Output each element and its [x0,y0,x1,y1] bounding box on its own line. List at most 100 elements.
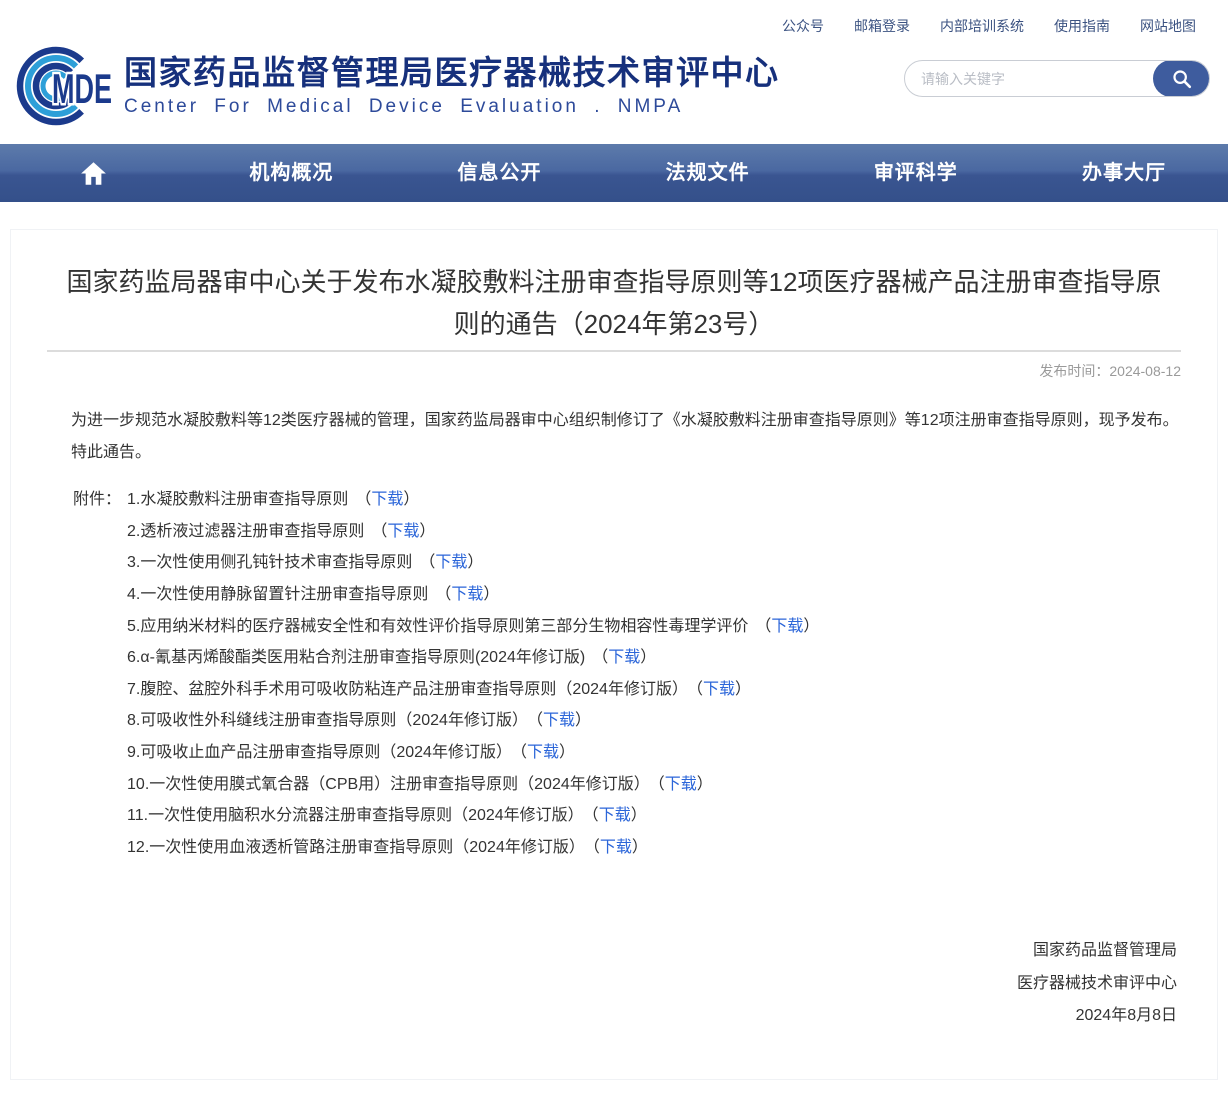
publish-label: 发布时间： [1039,363,1109,379]
attachment-title: 9.可吸收止血产品注册审查指导原则（2024年修订版） [127,744,512,761]
download-link[interactable]: 下载 [600,839,632,856]
site-logo[interactable]: MDE 国家药品监督管理局医疗器械技术审评中心 Center For Medic… [16,42,780,130]
download-paren-close: ） [559,744,575,761]
signature-line: 国家药品监督管理局 [39,935,1177,968]
download-link[interactable]: 下载 [608,649,640,666]
search-box [904,60,1210,97]
download-link[interactable]: 下载 [543,712,575,729]
nav-item[interactable]: 审评科学 [812,144,1020,202]
topbar-link[interactable]: 邮箱登录 [854,16,910,36]
attachment-title: 8.可吸收性外科缝线注册审查指导原则（2024年修订版） [127,712,528,729]
download-paren-close: ） [735,681,751,698]
download-paren-open: （ [535,712,543,729]
signature-line: 2024年8月8日 [39,1000,1177,1033]
article-paragraph: 特此通告。 [39,437,1189,469]
publish-date: 发布时间：2024-08-12 [39,361,1189,381]
download-paren-open: （ [695,681,703,698]
download-paren-close: ） [631,807,647,824]
download-paren-close: ） [483,586,499,603]
download-paren-close: ） [697,776,713,793]
search-icon [1171,68,1193,90]
attachment-title: 11.一次性使用脑积水分流器注册审查指导原则（2024年修订版） [127,807,584,824]
download-paren-close: ） [419,523,435,540]
download-paren-open: （ [419,554,435,571]
attachment-item: 6.α-氰基丙烯酸酯类医用粘合剂注册审查指导原则(2024年修订版) （下载） [127,642,819,674]
nav-item[interactable]: 信息公开 [395,144,603,202]
topbar-link[interactable]: 网站地图 [1140,16,1196,36]
attachment-list: 1.水凝胶敷料注册审查指导原则（下载） 2.透析液过滤器注册审查指导原则（下载）… [127,484,819,863]
topbar-link[interactable]: 公众号 [782,16,824,36]
topbar-link[interactable]: 内部培训系统 [940,16,1024,36]
article-panel: 国家药监局器审中心关于发布水凝胶敷料注册审查指导原则等12项医疗器械产品注册审查… [10,229,1218,1080]
signature-line: 医疗器械技术审评中心 [39,968,1177,1001]
logo-text: 国家药品监督管理局医疗器械技术审评中心 Center For Medical D… [124,54,780,119]
nav-home[interactable] [0,160,187,187]
title-divider [47,350,1181,352]
attachment-title: 2.透析液过滤器注册审查指导原则 [127,523,364,540]
article-paragraph: 为进一步规范水凝胶敷料等12类医疗器械的管理，国家药监局器审中心组织制修订了《水… [39,405,1189,437]
attachment-title: 6.α-氰基丙烯酸酯类医用粘合剂注册审查指导原则(2024年修订版) [127,649,585,666]
download-link[interactable]: 下载 [703,681,735,698]
nav-item[interactable]: 机构概况 [187,144,395,202]
download-paren-open: （ [371,523,387,540]
article-body: 为进一步规范水凝胶敷料等12类医疗器械的管理，国家药监局器审中心组织制修订了《水… [39,405,1189,469]
download-link[interactable]: 下载 [771,618,803,635]
attachments-label: 附件： [73,484,121,863]
attachment-item: 5.应用纳米材料的医疗器械安全性和有效性评价指导原则第三部分生物相容性毒理学评价… [127,611,819,643]
attachment-item: 3.一次性使用侧孔钝针技术审查指导原则 （下载） [127,547,819,579]
logo-mark-text: MDE [52,65,112,112]
download-link[interactable]: 下载 [527,744,559,761]
download-paren-open: （ [592,839,600,856]
attachments-section: 附件： 1.水凝胶敷料注册审查指导原则（下载） 2.透析液过滤器注册审查指导原则… [73,484,1189,863]
download-paren-open: （ [591,807,599,824]
attachment-item: 8.可吸收性外科缝线注册审查指导原则（2024年修订版） （下载） [127,705,819,737]
attachment-item: 11.一次性使用脑积水分流器注册审查指导原则（2024年修订版） （下载） [127,800,819,832]
search-area [904,60,1210,97]
article-title: 国家药监局器审中心关于发布水凝胶敷料注册审查指导原则等12项医疗器械产品注册审查… [39,262,1189,345]
nav-items: 机构概况信息公开法规文件审评科学办事大厅 [187,144,1228,202]
attachment-title: 10.一次性使用膜式氧合器（CPB用）注册审查指导原则（2024年修订版） [127,776,650,793]
attachment-title: 5.应用纳米材料的医疗器械安全性和有效性评价指导原则第三部分生物相容性毒理学评价 [127,618,748,635]
header: MDE 国家药品监督管理局医疗器械技术审评中心 Center For Medic… [0,36,1228,130]
download-link[interactable]: 下载 [451,586,483,603]
attachment-item: 10.一次性使用膜式氧合器（CPB用）注册审查指导原则（2024年修订版） （下载… [127,769,819,801]
attachment-item: 4.一次性使用静脉留置针注册审查指导原则 （下载） [127,579,819,611]
attachment-item: 2.透析液过滤器注册审查指导原则 （下载） [127,516,819,548]
download-paren-open: （ [657,776,665,793]
attachment-title: 7.腹腔、盆腔外科手术用可吸收防粘连产品注册审查指导原则（2024年修订版） [127,681,688,698]
download-link[interactable]: 下载 [435,554,467,571]
attachment-item: 1.水凝胶敷料注册审查指导原则（下载） [127,484,819,516]
site-title-cn: 国家药品监督管理局医疗器械技术审评中心 [124,54,780,92]
download-paren-close: ） [632,839,648,856]
attachment-title: 4.一次性使用静脉留置针注册审查指导原则 [127,586,428,603]
download-paren-open: （ [519,744,527,761]
download-paren-open: （ [355,491,371,508]
attachment-title: 12.一次性使用血液透析管路注册审查指导原则（2024年修订版） [127,839,585,856]
signature-block: 国家药品监督管理局医疗器械技术审评中心2024年8月8日 [39,935,1189,1033]
topbar-link[interactable]: 使用指南 [1054,16,1110,36]
site-title-en: Center For Medical Device Evaluation . N… [124,96,780,118]
search-button[interactable] [1153,60,1210,97]
download-paren-open: （ [435,586,451,603]
download-link[interactable]: 下载 [371,491,403,508]
download-link[interactable]: 下载 [665,776,697,793]
download-paren-open: （ [755,618,771,635]
search-input[interactable] [905,61,1153,96]
topbar: 公众号 邮箱登录 内部培训系统 使用指南 网站地图 [0,0,1228,36]
nav-item[interactable]: 办事大厅 [1020,144,1228,202]
download-paren-close: ） [640,649,656,666]
download-link[interactable]: 下载 [387,523,419,540]
download-paren-open: （ [592,649,608,666]
download-paren-close: ） [403,491,419,508]
publish-value: 2024-08-12 [1109,363,1181,379]
attachment-item: 12.一次性使用血液透析管路注册审查指导原则（2024年修订版） （下载） [127,832,819,864]
download-paren-close: ） [575,712,591,729]
nav-item[interactable]: 法规文件 [604,144,812,202]
download-paren-close: ） [467,554,483,571]
download-link[interactable]: 下载 [599,807,631,824]
download-paren-close: ） [803,618,819,635]
cmde-logo-icon: MDE [16,42,116,130]
home-icon [80,160,107,187]
attachment-item: 9.可吸收止血产品注册审查指导原则（2024年修订版） （下载） [127,737,819,769]
attachment-title: 3.一次性使用侧孔钝针技术审查指导原则 [127,554,412,571]
